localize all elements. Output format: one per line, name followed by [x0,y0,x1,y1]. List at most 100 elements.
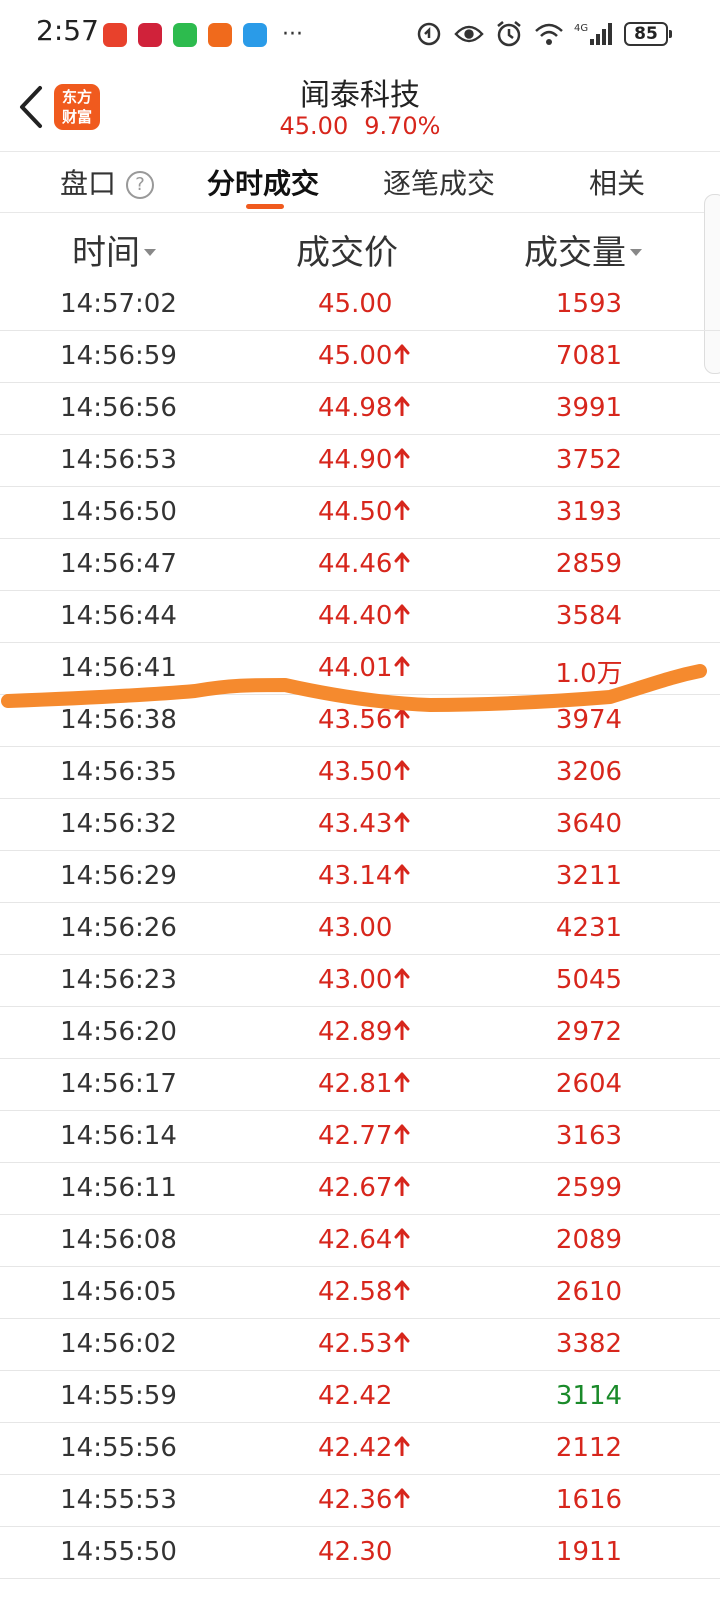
trade-price: 42.36 [318,1485,410,1515]
price-value: 43.50 [318,757,393,787]
price-value: 43.56 [318,705,393,735]
up-arrow-icon [394,861,410,891]
price-value: 43.00 [318,913,393,943]
huawei-app-icon [103,23,127,47]
table-row: 14:56:53 44.90 3752 [0,435,720,487]
trade-volume: 2972 [555,1017,623,1047]
trade-time: 14:56:17 [60,1069,177,1099]
up-arrow-icon [394,1225,410,1255]
trade-volume: 3206 [555,757,623,787]
price-value: 44.40 [318,601,393,631]
trade-time: 14:56:47 [60,549,177,579]
price-value: 42.42 [318,1433,393,1463]
tab-time-trades[interactable]: 分时成交 [207,162,319,202]
trade-volume: 3991 [555,393,623,423]
stock-header: 东方 财富 闻泰科技 45.00 9.70% [0,66,720,152]
trade-time: 14:55:59 [60,1381,177,1411]
trade-time: 14:56:35 [60,757,177,787]
price-value: 44.50 [318,497,393,527]
table-row: 14:56:11 42.67 2599 [0,1163,720,1215]
up-arrow-icon [394,1069,410,1099]
trade-price: 42.67 [318,1173,410,1203]
up-arrow-icon [394,1277,410,1307]
tab-label: 逐笔成交 [383,167,496,200]
trade-price: 44.46 [318,549,410,579]
tab-label: 分时成交 [207,167,320,200]
price-value: 44.46 [318,549,393,579]
trade-list[interactable]: 14:57:02 45.00 1593 14:56:59 45.00 7081 14:56:… [0,279,720,1579]
tab-tick-trades[interactable]: 逐笔成交 [383,162,495,202]
table-row: 14:56:41 44.01 1.0万 [0,643,720,695]
up-arrow-icon [394,705,410,735]
trade-volume: 4231 [555,913,623,943]
up-arrow-icon [394,497,410,527]
trade-volume: 3163 [555,1121,623,1151]
active-tab-indicator [246,204,284,209]
sort-caret-icon [630,249,642,256]
trade-time: 14:56:14 [60,1121,177,1151]
table-row: 14:56:08 42.64 2089 [0,1215,720,1267]
help-icon[interactable]: ? [126,171,155,199]
price-value: 45.00 [318,341,393,371]
trade-volume: 2859 [555,549,623,579]
trade-price: 42.81 [318,1069,410,1099]
trade-time: 14:56:05 [60,1277,177,1307]
trade-volume: 3974 [555,705,623,735]
table-row: 14:55:59 42.42 3114 [0,1371,720,1423]
trade-volume: 1616 [555,1485,623,1515]
column-header-label: 成交量 [524,233,626,273]
stock-price: 45.00 [279,112,349,140]
trade-volume: 2599 [555,1173,623,1203]
trade-time: 14:56:02 [60,1329,177,1359]
trade-price: 42.89 [318,1017,410,1047]
trade-volume: 3640 [555,809,623,839]
price-value: 42.67 [318,1173,393,1203]
table-row: 14:56:32 43.43 3640 [0,799,720,851]
system-icons: 4G 85 [414,19,672,49]
trade-price: 44.50 [318,497,410,527]
price-value: 44.98 [318,393,393,423]
svg-text:4G: 4G [574,23,588,34]
trade-price: 42.64 [318,1225,410,1255]
notification-icons: ··· [103,23,303,47]
column-header-volume[interactable]: 成交量 [524,225,642,274]
trade-volume: 3382 [555,1329,623,1359]
news-app-icon [138,23,162,47]
table-row: 14:56:44 44.40 3584 [0,591,720,643]
column-header-time[interactable]: 时间 [72,225,156,274]
trade-time: 14:56:26 [60,913,177,943]
trade-time: 14:57:02 [60,289,177,319]
table-row: 14:56:59 45.00 7081 [0,331,720,383]
trade-price: 44.98 [318,393,410,423]
trade-volume: 1.0万 [555,659,623,689]
trade-volume: 3584 [555,601,623,631]
trade-price: 43.00 [318,965,410,995]
tab-related[interactable]: 相关 [589,162,645,202]
column-header-price: 成交价 [296,225,398,274]
trade-time: 14:55:53 [60,1485,177,1515]
table-row: 14:56:38 43.56 3974 [0,695,720,747]
up-arrow-icon [394,1433,410,1463]
trade-volume: 2610 [555,1277,623,1307]
trade-volume: 2604 [555,1069,623,1099]
trade-time: 14:56:11 [60,1173,177,1203]
price-value: 44.01 [318,653,393,683]
price-value: 43.14 [318,861,393,891]
trade-volume: 3211 [555,861,623,891]
tab-pankou[interactable]: 盘口? [60,162,155,202]
trade-time: 14:56:44 [60,601,177,631]
trade-price: 43.00 [318,913,392,943]
price-value: 42.89 [318,1017,393,1047]
price-value: 42.81 [318,1069,393,1099]
trade-price: 43.43 [318,809,410,839]
trade-price: 44.90 [318,445,410,475]
table-header: 时间 成交价 成交量 [0,213,720,279]
trade-price: 43.14 [318,861,410,891]
trade-time: 14:56:38 [60,705,177,735]
trade-price: 42.58 [318,1277,410,1307]
trade-price: 42.42 [318,1381,392,1411]
up-arrow-icon [394,809,410,839]
table-row: 14:56:23 43.00 5045 [0,955,720,1007]
price-value: 42.42 [318,1381,393,1411]
table-row: 14:55:53 42.36 1616 [0,1475,720,1527]
